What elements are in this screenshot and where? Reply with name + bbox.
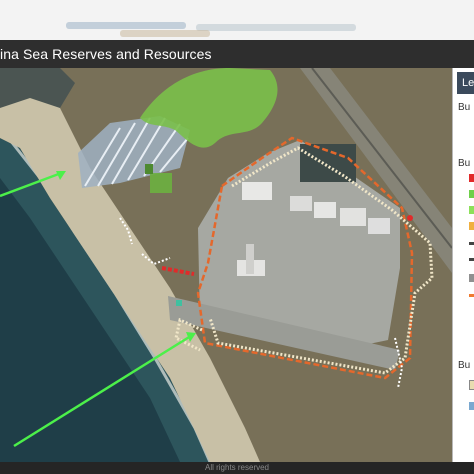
building [290,196,312,211]
legend-line-orange [469,294,474,297]
attribution-text: All rights reserved [204,463,270,472]
map-footer: All rights reserved [0,462,474,474]
legend-tab[interactable]: Le [457,72,474,94]
building [246,244,254,274]
legend-swatch-blue [469,402,474,410]
legend-line-black [469,242,474,245]
browser-top-strip [0,0,474,41]
red-point-marker[interactable] [407,215,413,221]
map-view[interactable] [0,68,452,462]
blurred-header-decoration [120,30,210,37]
legend-group-label: Bu [458,360,471,371]
building [368,218,390,234]
legend-swatch-tan [469,380,474,390]
legend-line-black [469,258,474,261]
blurred-header-decoration [66,22,186,29]
building [340,208,366,226]
app-title: ina Sea Reserves and Resources [0,46,212,62]
legend-swatch-lightgreen [469,206,474,214]
legend-swatch-gray [469,274,474,282]
blurred-header-decoration [196,24,356,31]
building [314,202,336,218]
vegetation-patch-small [145,164,153,174]
legend-group-label: Bu [458,158,471,169]
legend-group-label: Bu [458,102,471,113]
vegetation-patch[interactable] [150,173,172,193]
legend-swatch-red [469,174,474,182]
building [242,182,272,200]
legend-swatch-orange [469,222,474,230]
app-title-bar: ina Sea Reserves and Resources [0,40,474,68]
satellite-map[interactable] [0,68,452,462]
teal-marker[interactable] [176,300,182,306]
legend-swatch-green [469,190,474,198]
legend-panel[interactable]: Le Bu Bu Bu [452,68,474,462]
